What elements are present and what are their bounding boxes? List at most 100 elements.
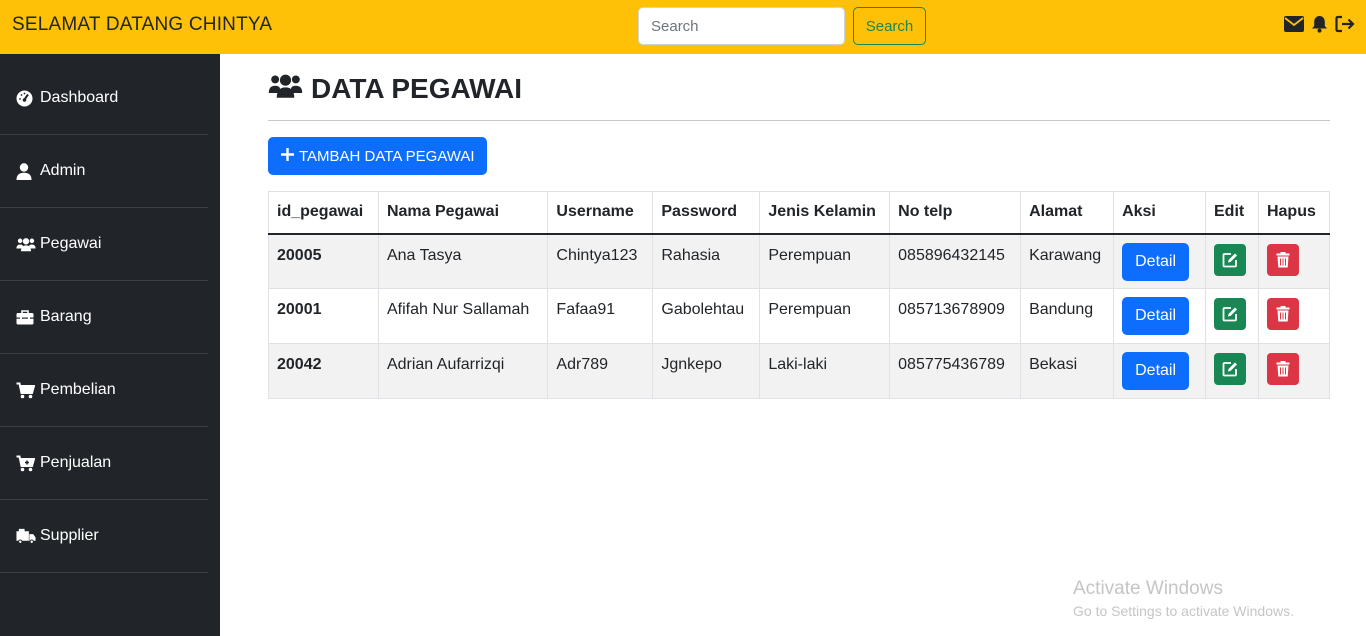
- top-navbar: SELAMAT DATANG CHINTYA Search: [0, 0, 1366, 54]
- plus-icon: [280, 147, 295, 166]
- column-header: id_pegawai: [268, 191, 379, 235]
- table-row: 20005 Ana Tasya Chintya123 Rahasia Perem…: [268, 233, 1331, 289]
- column-header: Nama Pegawai: [377, 191, 549, 235]
- cell-username: Adr789: [547, 343, 654, 399]
- edit-icon: [1222, 362, 1237, 377]
- windows-activation-watermark: Activate Windows Go to Settings to activ…: [1073, 578, 1294, 619]
- watermark-title: Activate Windows: [1073, 578, 1223, 599]
- trash-icon: [1276, 251, 1290, 267]
- toolbox-icon: [16, 308, 36, 326]
- cell-alamat: Bekasi: [1020, 343, 1115, 399]
- cell-aksi: Detail: [1113, 343, 1206, 399]
- user-icon: [16, 162, 36, 180]
- table-row: 20001 Afifah Nur Sallamah Fafaa91 Gabole…: [268, 288, 1331, 344]
- truck-icon: [16, 527, 36, 545]
- cell-telp: 085775436789: [889, 343, 1022, 399]
- cell-alamat: Karawang: [1020, 233, 1115, 289]
- cell-password: Rahasia: [652, 233, 761, 289]
- cell-aksi: Detail: [1113, 233, 1206, 289]
- cell-alamat: Bandung: [1020, 288, 1115, 344]
- column-header: Hapus: [1257, 191, 1331, 235]
- trash-icon: [1276, 361, 1290, 377]
- users-icon: [16, 235, 36, 253]
- sidebar-item-pembelian[interactable]: Pembelian: [0, 354, 208, 427]
- cart-icon: [16, 381, 36, 399]
- sidebar-item-pegawai[interactable]: Pegawai: [0, 208, 208, 281]
- edit-button[interactable]: [1214, 353, 1246, 385]
- sidebar: Dashboard Admin Pegawai Barang Pembelian…: [0, 54, 220, 636]
- delete-button[interactable]: [1266, 353, 1299, 385]
- column-header: Alamat: [1020, 191, 1115, 235]
- title-divider: [268, 120, 1330, 121]
- envelope-icon[interactable]: [1283, 14, 1304, 34]
- edit-icon: [1222, 307, 1237, 322]
- column-header: Username: [547, 191, 654, 235]
- cell-password: Gabolehtau: [652, 288, 761, 344]
- cart-plus-icon: [16, 454, 36, 472]
- trash-icon: [1276, 306, 1290, 322]
- cell-jenis-kelamin: Perempuan: [759, 288, 891, 344]
- column-header: No telp: [889, 191, 1022, 235]
- sidebar-item-label: Dashboard: [40, 89, 119, 106]
- sidebar-item-admin[interactable]: Admin: [0, 135, 208, 208]
- page-title-text: DATA PEGAWAI: [311, 72, 523, 104]
- cell-jenis-kelamin: Perempuan: [759, 233, 891, 289]
- sidebar-item-label: Pegawai: [40, 235, 102, 252]
- column-header: Aksi: [1113, 191, 1206, 235]
- cell-hapus: [1257, 233, 1331, 289]
- users-icon: [268, 72, 303, 105]
- table-row: 20042 Adrian Aufarrizqi Adr789 Jgnkepo L…: [268, 343, 1331, 399]
- edit-button[interactable]: [1214, 298, 1246, 330]
- cell-id: 20042: [268, 343, 379, 399]
- sidebar-item-dashboard[interactable]: Dashboard: [0, 62, 208, 135]
- edit-button[interactable]: [1214, 243, 1246, 276]
- navbar-icons: [1283, 14, 1356, 34]
- bell-icon[interactable]: [1309, 14, 1330, 34]
- detail-button[interactable]: Detail: [1122, 242, 1190, 281]
- add-pegawai-label: TAMBAH DATA PEGAWAI: [299, 147, 475, 165]
- cell-hapus: [1257, 343, 1331, 399]
- table-header-row: id_pegawai Nama Pegawai Username Passwor…: [268, 191, 1331, 235]
- sidebar-item-label: Admin: [40, 162, 86, 179]
- search-button[interactable]: Search: [853, 7, 926, 45]
- watermark-subtitle: Go to Settings to activate Windows.: [1073, 603, 1294, 619]
- column-header: Edit: [1205, 191, 1259, 235]
- sidebar-item-label: Pembelian: [40, 381, 116, 398]
- cell-password: Jgnkepo: [652, 343, 761, 399]
- cell-edit: [1205, 288, 1259, 344]
- delete-button[interactable]: [1266, 298, 1299, 330]
- cell-edit: [1205, 233, 1259, 289]
- page-title: DATA PEGAWAI: [268, 72, 522, 105]
- cell-telp: 085713678909: [889, 288, 1022, 344]
- column-header: Password: [652, 191, 761, 235]
- column-header: Jenis Kelamin: [759, 191, 891, 235]
- search-input[interactable]: [638, 7, 845, 45]
- sidebar-item-barang[interactable]: Barang: [0, 281, 208, 354]
- cell-id: 20005: [268, 233, 379, 289]
- brand-title: SELAMAT DATANG CHINTYA: [12, 14, 273, 35]
- sidebar-item-penjualan[interactable]: Penjualan: [0, 427, 208, 500]
- pegawai-table: id_pegawai Nama Pegawai Username Passwor…: [268, 191, 1331, 399]
- edit-icon: [1222, 252, 1237, 267]
- cell-id: 20001: [268, 288, 379, 344]
- cell-username: Chintya123: [547, 233, 654, 289]
- sidebar-item-supplier[interactable]: Supplier: [0, 500, 208, 573]
- sidebar-item-label: Penjualan: [40, 454, 112, 471]
- sidebar-item-label: Supplier: [40, 527, 99, 544]
- delete-button[interactable]: [1266, 243, 1299, 276]
- cell-username: Fafaa91: [547, 288, 654, 344]
- dashboard-icon: [16, 89, 36, 107]
- cell-edit: [1205, 343, 1259, 399]
- cell-hapus: [1257, 288, 1331, 344]
- logout-icon[interactable]: [1335, 14, 1356, 34]
- cell-nama: Afifah Nur Sallamah: [377, 288, 549, 344]
- cell-aksi: Detail: [1113, 288, 1206, 344]
- cell-telp: 085896432145: [889, 233, 1022, 289]
- cell-nama: Adrian Aufarrizqi: [377, 343, 549, 399]
- add-pegawai-button[interactable]: TAMBAH DATA PEGAWAI: [268, 137, 487, 175]
- cell-jenis-kelamin: Laki-laki: [759, 343, 891, 399]
- sidebar-item-label: Barang: [40, 308, 92, 325]
- detail-button[interactable]: Detail: [1122, 297, 1190, 335]
- detail-button[interactable]: Detail: [1122, 352, 1190, 390]
- cell-nama: Ana Tasya: [377, 233, 549, 289]
